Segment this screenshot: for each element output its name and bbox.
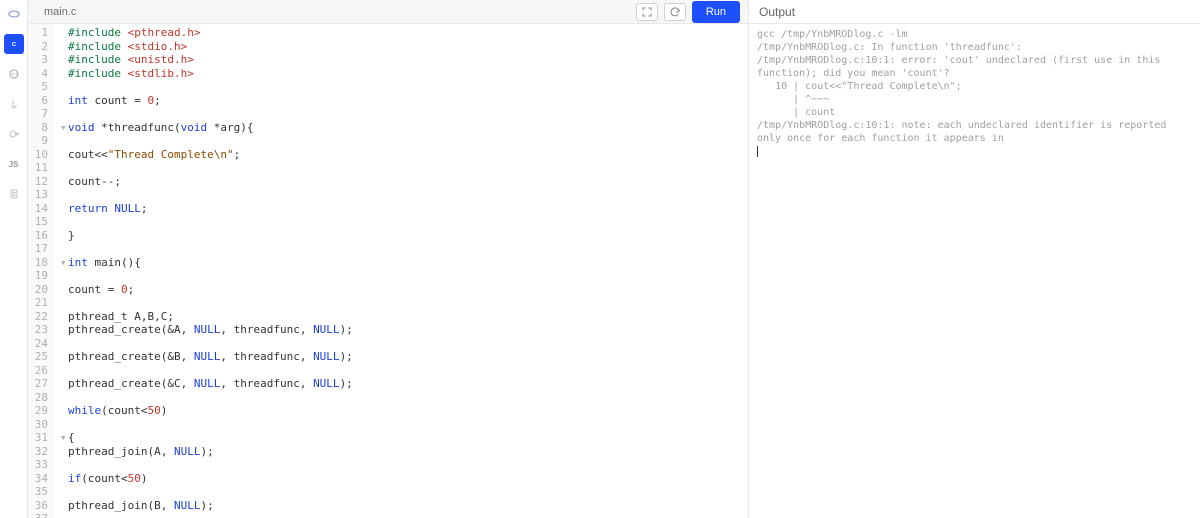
code-line[interactable]: ▾ void *threadfunc(void *arg){ <box>60 121 748 135</box>
clipboard-icon[interactable] <box>4 184 24 204</box>
run-button[interactable]: Run <box>692 1 740 23</box>
code-line[interactable]: ▾ { <box>60 431 748 445</box>
code-line[interactable]: pthread_t A,B,C; <box>60 310 748 324</box>
code-line[interactable]: count = 0; <box>60 283 748 297</box>
code-line[interactable] <box>60 107 748 121</box>
csharp-icon[interactable] <box>4 124 24 144</box>
code-line[interactable]: cout<<"Thread Complete\n"; <box>60 148 748 162</box>
caret <box>757 146 758 157</box>
refresh-icon[interactable] <box>664 3 686 21</box>
output-line: /tmp/YnbMRODlog.c:10:1: error: 'cout' un… <box>757 54 1192 80</box>
output-line: /tmp/YnbMRODlog.c: In function 'threadfu… <box>757 41 1192 54</box>
output-line: gcc /tmp/YnbMRODlog.c -lm <box>757 28 1192 41</box>
tab-actions: Run <box>636 1 740 23</box>
php-icon[interactable] <box>4 4 24 24</box>
code-line[interactable]: if(count<50) <box>60 472 748 486</box>
output-title: Output <box>749 0 1200 24</box>
code-line[interactable]: count--; <box>60 175 748 189</box>
code-line[interactable]: pthread_create(&B, NULL, threadfunc, NUL… <box>60 350 748 364</box>
code-line[interactable]: #include <unistd.h> <box>60 53 748 67</box>
code-line[interactable]: #include <pthread.h> <box>60 26 748 40</box>
code-line[interactable]: pthread_join(B, NULL); <box>60 499 748 513</box>
code-line[interactable] <box>60 391 748 405</box>
code-line[interactable]: ▾ int main(){ <box>60 256 748 270</box>
code-line[interactable] <box>60 161 748 175</box>
code-line[interactable] <box>60 418 748 432</box>
line-gutter: 1234567891011121314151617181920212223242… <box>28 24 54 518</box>
code-line[interactable] <box>60 269 748 283</box>
source-code[interactable]: #include <pthread.h> #include <stdio.h> … <box>54 24 748 518</box>
code-line[interactable]: } <box>60 229 748 243</box>
code-line[interactable] <box>60 215 748 229</box>
c-lang-icon[interactable]: C <box>4 34 24 54</box>
js-icon[interactable]: JS <box>4 154 24 174</box>
code-line[interactable]: int count = 0; <box>60 94 748 108</box>
java-icon[interactable] <box>4 94 24 114</box>
code-line[interactable] <box>60 296 748 310</box>
fullscreen-icon[interactable] <box>636 3 658 21</box>
output-pane: Output gcc /tmp/YnbMRODlog.c -lm/tmp/Ynb… <box>748 0 1200 518</box>
output-line: | ^~~~ <box>757 93 1192 106</box>
code-line[interactable]: pthread_join(A, NULL); <box>60 445 748 459</box>
output-line: | count <box>757 106 1192 119</box>
code-line[interactable] <box>60 188 748 202</box>
code-area[interactable]: 1234567891011121314151617181920212223242… <box>28 24 748 518</box>
code-line[interactable] <box>60 364 748 378</box>
output-body[interactable]: gcc /tmp/YnbMRODlog.c -lm/tmp/YnbMRODlog… <box>749 24 1200 518</box>
code-line[interactable] <box>60 134 748 148</box>
code-line[interactable] <box>60 485 748 499</box>
code-line[interactable]: pthread_create(&C, NULL, threadfunc, NUL… <box>60 377 748 391</box>
code-line[interactable] <box>60 337 748 351</box>
code-line[interactable]: #include <stdlib.h> <box>60 67 748 81</box>
code-line[interactable] <box>60 512 748 518</box>
code-line[interactable] <box>60 242 748 256</box>
code-line[interactable] <box>60 458 748 472</box>
code-line[interactable]: pthread_create(&A, NULL, threadfunc, NUL… <box>60 323 748 337</box>
output-line: /tmp/YnbMRODlog.c:10:1: note: each undec… <box>757 119 1192 145</box>
code-line[interactable]: while(count<50) <box>60 404 748 418</box>
output-line: 10 | cout<<"Thread Complete\n"; <box>757 80 1192 93</box>
cpp-icon[interactable] <box>4 64 24 84</box>
left-sidebar: C JS <box>0 0 28 518</box>
tab-bar: main.c Run <box>28 0 748 24</box>
code-line[interactable] <box>60 80 748 94</box>
code-line[interactable]: return NULL; <box>60 202 748 216</box>
editor-pane: main.c Run 12345678910111213141516171819… <box>28 0 748 518</box>
code-line[interactable]: #include <stdio.h> <box>60 40 748 54</box>
file-tab[interactable]: main.c <box>36 0 84 24</box>
